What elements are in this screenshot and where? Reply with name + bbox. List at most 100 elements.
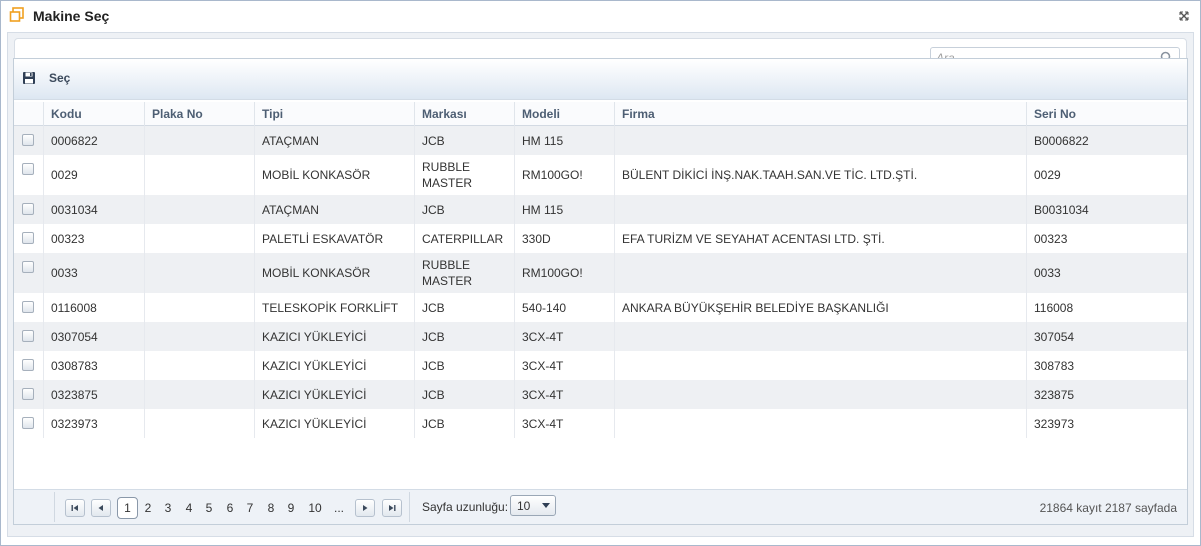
table-row[interactable]: 0323875 KAZICI YÜKLEYİCİ JCB 3CX-4T 323875 (14, 380, 1187, 409)
cell-firma (614, 322, 1026, 351)
next-page-icon (363, 505, 368, 511)
page-number[interactable]: 7 (243, 498, 257, 518)
first-page-button[interactable] (65, 499, 85, 517)
table-row[interactable]: 0033 MOBİL KONKASÖR RUBBLE MASTER RM100GO! 0… (14, 253, 1187, 293)
row-checkbox[interactable] (22, 232, 34, 244)
cell-kodu: 0029 (43, 155, 144, 195)
page-size-select[interactable]: 10 (510, 495, 556, 516)
prev-page-button[interactable] (91, 499, 111, 517)
chevron-down-icon (542, 503, 550, 508)
table-row[interactable]: 0116008 TELESKOPİK FORKLİFT JCB 540-140 ANKA… (14, 293, 1187, 322)
page-number[interactable]: 10 (305, 498, 325, 518)
cell-markasi: RUBBLE MASTER (414, 253, 514, 293)
column-header-firma[interactable]: Firma (614, 102, 1026, 126)
page-number[interactable]: 5 (202, 498, 216, 518)
dialog-titlebar: Makine Seç (1, 1, 1200, 32)
page-number[interactable]: 9 (284, 498, 298, 518)
cell-firma (614, 195, 1026, 224)
cell-tipi: KAZICI YÜKLEYİCİ (254, 351, 414, 380)
cell-firma (614, 409, 1026, 438)
cell-seri-no: 308783 (1026, 351, 1176, 380)
cell-modeli: 540-140 (514, 293, 614, 322)
dialog-title: Makine Seç (33, 8, 110, 24)
row-checkbox[interactable] (22, 134, 34, 146)
cell-firma: EFA TURİZM VE SEYAHAT ACENTASI LTD. ŞTİ. (614, 224, 1026, 253)
page-number[interactable]: 4 (182, 498, 196, 518)
cell-modeli: 3CX-4T (514, 351, 614, 380)
row-checkbox[interactable] (22, 261, 34, 273)
cell-modeli: 3CX-4T (514, 322, 614, 351)
page-number[interactable]: 8 (264, 498, 278, 518)
table-row[interactable]: 0323973 KAZICI YÜKLEYİCİ JCB 3CX-4T 323973 (14, 409, 1187, 438)
cell-markasi: JCB (414, 293, 514, 322)
table-row[interactable]: 0307054 KAZICI YÜKLEYİCİ JCB 3CX-4T 307054 (14, 322, 1187, 351)
first-page-icon (71, 505, 78, 511)
table-row[interactable]: 00323 PALETLİ ESKAVATÖR CATERPILLAR 330D EFA… (14, 224, 1187, 253)
page-size-label: Sayfa uzunluğu: (422, 500, 509, 514)
cell-kodu: 0307054 (43, 322, 144, 351)
row-checkbox[interactable] (22, 301, 34, 313)
cell-tipi: TELESKOPİK FORKLİFT (254, 293, 414, 322)
page-number[interactable]: 6 (223, 498, 237, 518)
select-button-label: Seç (49, 71, 71, 85)
cell-plaka-no (144, 126, 254, 155)
table-row[interactable]: 0031034 ATAÇMAN JCB HM 115 B0031034 (14, 195, 1187, 224)
cell-modeli: 330D (514, 224, 614, 253)
cell-markasi: JCB (414, 322, 514, 351)
cell-tipi: ATAÇMAN (254, 195, 414, 224)
window-restore-icon (9, 7, 24, 22)
cell-firma: ANKARA BÜYÜKŞEHİR BELEDİYE BAŞKANLIĞI (614, 293, 1026, 322)
cell-kodu: 0031034 (43, 195, 144, 224)
cell-firma (614, 380, 1026, 409)
cell-modeli: 3CX-4T (514, 380, 614, 409)
cell-firma (614, 253, 1026, 293)
cell-kodu: 0323973 (43, 409, 144, 438)
column-header-tipi[interactable]: Tipi (254, 102, 414, 126)
cell-seri-no: B0031034 (1026, 195, 1176, 224)
cell-markasi: JCB (414, 380, 514, 409)
cell-tipi: KAZICI YÜKLEYİCİ (254, 322, 414, 351)
table-row[interactable]: 0006822 ATAÇMAN JCB HM 115 B0006822 (14, 126, 1187, 155)
page-number[interactable]: 3 (161, 498, 175, 518)
cell-kodu: 0308783 (43, 351, 144, 380)
cell-firma: BÜLENT DİKİCİ İNŞ.NAK.TAAH.SAN.VE TİC. L… (614, 155, 1026, 195)
row-checkbox[interactable] (22, 359, 34, 371)
column-header-markasi[interactable]: Markası (414, 102, 514, 126)
cell-markasi: RUBBLE MASTER (414, 155, 514, 195)
row-checkbox[interactable] (22, 388, 34, 400)
last-page-button[interactable] (382, 499, 402, 517)
cell-modeli: RM100GO! (514, 155, 614, 195)
row-checkbox[interactable] (22, 330, 34, 342)
cell-seri-no: 0029 (1026, 155, 1176, 195)
column-header-plaka-no[interactable]: Plaka No (144, 102, 254, 126)
cell-modeli: HM 115 (514, 126, 614, 155)
last-page-icon (389, 505, 396, 511)
pager-divider (54, 492, 55, 522)
page-number[interactable]: 2 (141, 498, 155, 518)
cell-plaka-no (144, 380, 254, 409)
cell-plaka-no (144, 155, 254, 195)
column-header-seri-no[interactable]: Seri No (1026, 102, 1176, 126)
row-checkbox[interactable] (22, 203, 34, 215)
grid-pager: 1 2 3 4 5 6 7 8 9 10 ... Sayfa uzunluğu:… (14, 489, 1187, 524)
table-row[interactable]: 0308783 KAZICI YÜKLEYİCİ JCB 3CX-4T 308783 (14, 351, 1187, 380)
cell-plaka-no (144, 409, 254, 438)
row-checkbox[interactable] (22, 417, 34, 429)
column-header-modeli[interactable]: Modeli (514, 102, 614, 126)
column-header-kodu[interactable]: Kodu (43, 102, 144, 126)
cell-seri-no: 00323 (1026, 224, 1176, 253)
cell-kodu: 00323 (43, 224, 144, 253)
pager-divider (409, 492, 410, 522)
cell-modeli: RM100GO! (514, 253, 614, 293)
row-checkbox[interactable] (22, 163, 34, 175)
page-number[interactable]: 1 (117, 497, 138, 519)
table-row[interactable]: 0029 MOBİL KONKASÖR RUBBLE MASTER RM100GO! B… (14, 155, 1187, 195)
machine-select-dialog: Makine Seç Ara Seç Kodu Plaka No Tipi Ma… (0, 0, 1201, 546)
cell-plaka-no (144, 224, 254, 253)
close-icon[interactable] (1178, 10, 1190, 22)
select-button[interactable]: Seç (22, 69, 70, 87)
pager-info: 21864 kayıt 2187 sayfada (1039, 501, 1177, 515)
next-page-button[interactable] (355, 499, 375, 517)
cell-tipi: KAZICI YÜKLEYİCİ (254, 380, 414, 409)
page-ellipsis[interactable]: ... (332, 498, 346, 518)
